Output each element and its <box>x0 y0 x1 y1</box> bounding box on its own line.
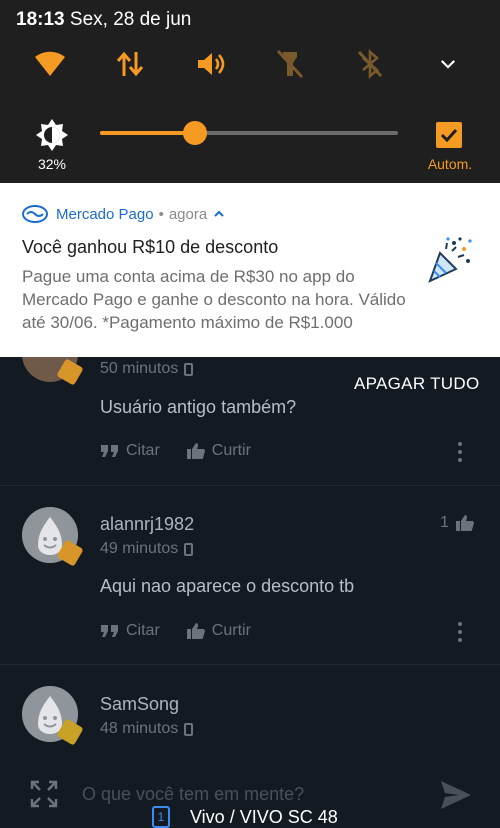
send-icon[interactable] <box>440 780 472 810</box>
like-button[interactable]: Curtir <box>186 442 251 460</box>
thumbs-up-icon <box>186 623 205 639</box>
like-count[interactable]: 1 <box>440 514 475 532</box>
brightness-percent: 32% <box>37 156 67 172</box>
notification-app-name: Mercado Pago <box>56 205 154 223</box>
party-popper-icon <box>428 237 472 283</box>
notification-header: Mercado Pago • agora <box>22 205 225 223</box>
quote-icon <box>101 625 118 637</box>
notification-body: Pague uma conta acima de R$30 no app do … <box>22 267 406 332</box>
sim-icon: 1 <box>152 806 170 828</box>
divider <box>0 664 500 665</box>
comment-time: 49 minutos <box>100 540 194 558</box>
carrier-info: 1 Vivo / VIVO SC 48 <box>152 806 338 828</box>
divider <box>0 485 500 486</box>
mobile-data-icon[interactable] <box>110 44 150 84</box>
wifi-icon[interactable] <box>30 44 70 84</box>
quick-settings-panel: 18:13 Sex, 28 de jun 32% Autom. <box>0 0 500 183</box>
comment-username[interactable]: SamSong <box>100 694 179 715</box>
clear-all-button[interactable]: APAGAR TUDO <box>354 374 479 394</box>
notification-title: Você ganhou R$10 de desconto <box>22 237 279 257</box>
status-clock: 18:13 Sex, 28 de jun <box>16 9 192 30</box>
auto-brightness-label: Autom. <box>427 156 473 172</box>
mobile-device-icon <box>184 362 194 376</box>
more-options-icon[interactable] <box>456 622 464 642</box>
sound-icon[interactable] <box>190 44 230 84</box>
comment-time: 48 minutos <box>100 720 194 738</box>
checkmark-icon <box>440 128 458 142</box>
quote-icon <box>101 445 118 457</box>
comment-input[interactable]: O que você tem em mente? <box>82 784 304 805</box>
brightness-slider[interactable] <box>100 121 398 145</box>
quick-settings-tiles <box>0 44 500 86</box>
chevron-up-icon[interactable] <box>213 208 225 220</box>
comment-actions: Citar Curtir <box>100 442 277 460</box>
mobile-device-icon <box>184 722 194 736</box>
comment-username[interactable]: alannrj1982 <box>100 514 194 535</box>
notification-card[interactable]: Mercado Pago • agora Você ganhou R$10 de… <box>0 183 500 357</box>
notification-separator: • <box>158 205 164 223</box>
notification-time: agora <box>168 205 208 223</box>
slider-thumb[interactable] <box>183 121 207 145</box>
mobile-device-icon <box>184 542 194 556</box>
comment-time: 50 minutos <box>100 360 194 378</box>
slider-fill <box>100 131 195 135</box>
chevron-down-icon[interactable] <box>428 44 468 84</box>
auto-brightness-checkbox[interactable] <box>436 122 462 148</box>
quote-button[interactable]: Citar <box>100 442 160 460</box>
flashlight-off-icon[interactable] <box>270 44 310 84</box>
comment-actions: Citar Curtir <box>100 622 277 640</box>
bluetooth-off-icon[interactable] <box>350 44 390 84</box>
quote-button[interactable]: Citar <box>100 622 160 640</box>
expand-icon[interactable] <box>30 780 58 808</box>
more-options-icon[interactable] <box>456 442 464 462</box>
mercado-pago-logo-icon <box>22 205 48 223</box>
like-button[interactable]: Curtir <box>186 622 251 640</box>
comment-text: Usuário antigo também? <box>100 397 297 417</box>
thumbs-up-icon <box>455 515 474 531</box>
carrier-name: Vivo / VIVO SC 48 <box>190 806 338 827</box>
thumbs-up-icon <box>186 443 205 459</box>
comment-text: Aqui nao aparece o desconto tb <box>100 576 355 596</box>
brightness-icon <box>36 119 68 151</box>
